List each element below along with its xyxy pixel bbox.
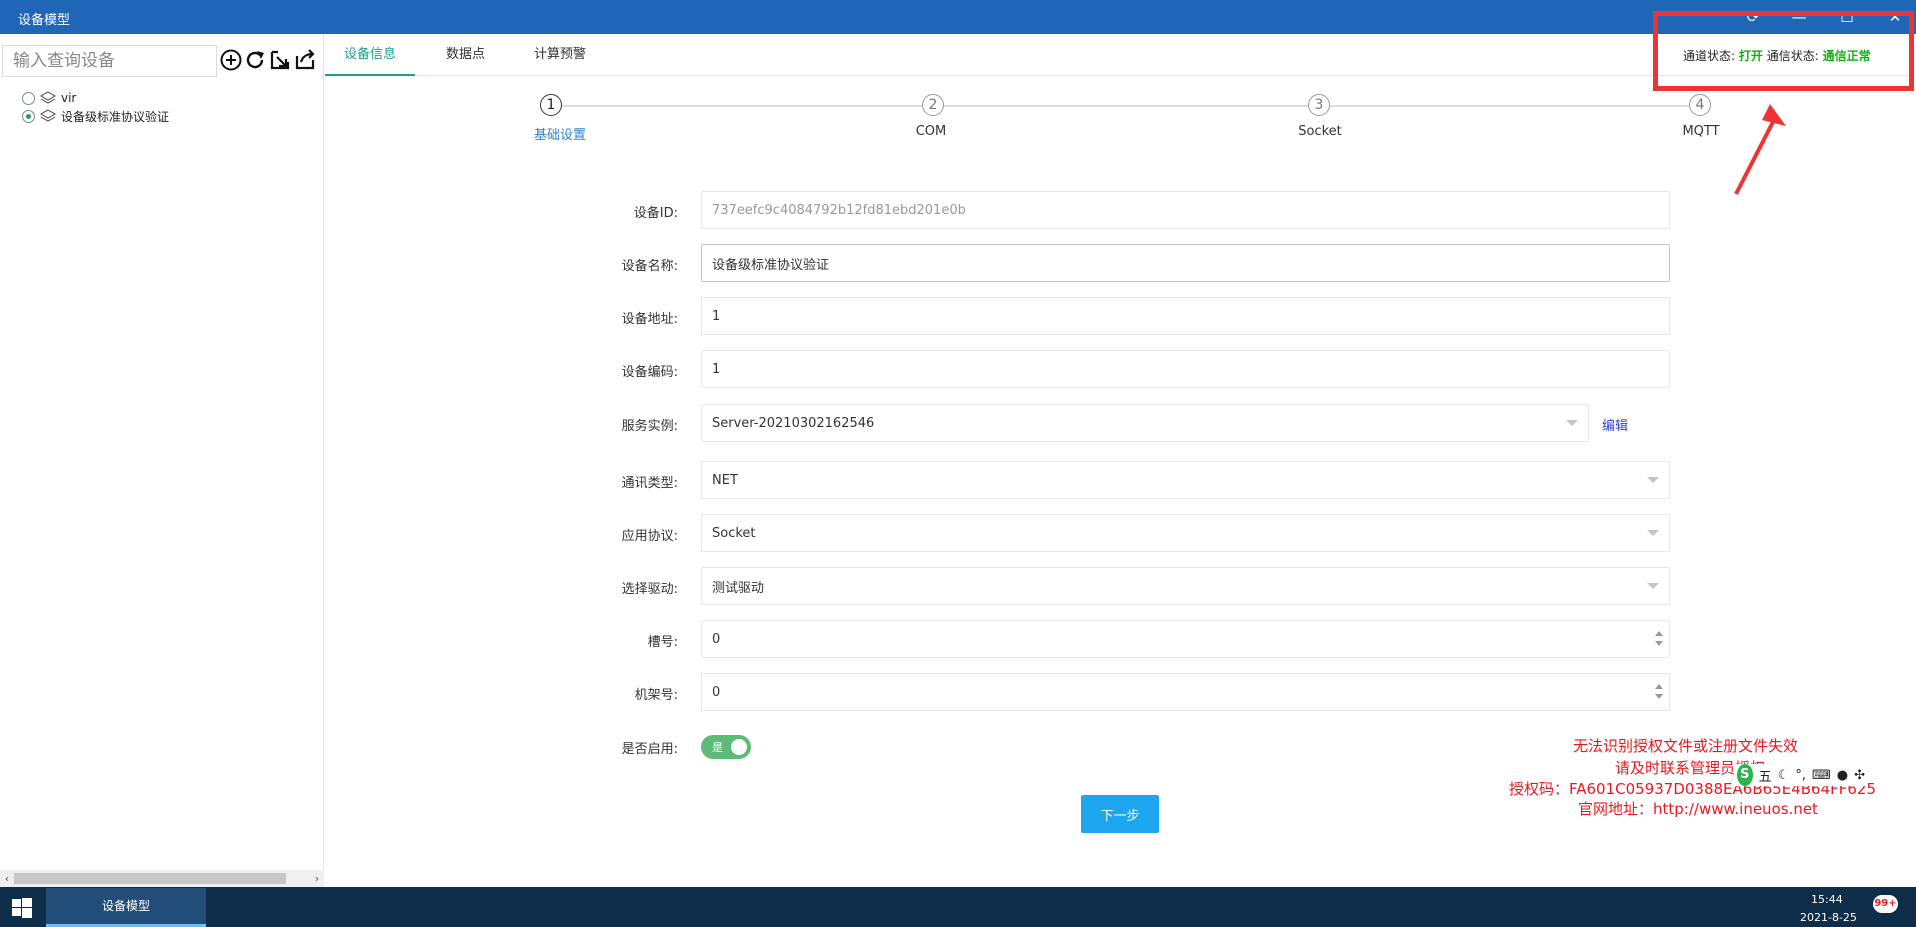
export-icon[interactable]: [293, 48, 317, 72]
layers-icon: [40, 109, 56, 122]
driver-value: 测试驱动: [712, 580, 765, 596]
clock-date[interactable]: 2021-8-25: [1800, 911, 1857, 924]
device-address-field[interactable]: 1: [701, 297, 1670, 335]
step-3-circle[interactable]: 3: [1308, 94, 1330, 116]
toggle-knob: [731, 739, 747, 755]
chevron-down-icon[interactable]: [1647, 477, 1659, 483]
radio-icon[interactable]: [22, 91, 35, 105]
scroll-left-icon[interactable]: ‹: [0, 870, 14, 887]
enabled-toggle[interactable]: 是: [701, 735, 751, 759]
comm-status-value: 通信正常: [1822, 49, 1871, 63]
keyboard-icon[interactable]: ⌨: [1812, 768, 1831, 783]
device-search-input[interactable]: [2, 45, 217, 77]
step-3-label[interactable]: Socket: [1270, 124, 1370, 139]
radio-checked-icon[interactable]: [22, 109, 35, 123]
rack-value: 0: [712, 684, 721, 700]
chevron-down-icon[interactable]: [1647, 583, 1659, 589]
punctuation-icon[interactable]: °,: [1795, 768, 1806, 783]
enabled-label: 是否启用:: [621, 742, 678, 757]
taskbar-app-device-model[interactable]: 设备模型: [46, 888, 206, 927]
scroll-right-icon[interactable]: ›: [310, 870, 324, 887]
comm-type-value: NET: [712, 472, 738, 488]
step-2-label[interactable]: COM: [881, 124, 981, 139]
step-1-label[interactable]: 基础设置: [510, 124, 610, 143]
license-warning-line1: 无法识别授权文件或注册文件失效: [1573, 737, 1799, 755]
device-id-field[interactable]: 737eefc9c4084792b12fd81ebd201e0b: [701, 191, 1670, 229]
annotation-arrow-icon: [1734, 104, 1786, 195]
service-instance-select[interactable]: Server-20210302162546: [701, 404, 1589, 442]
tree-item-vir[interactable]: vir: [22, 89, 76, 107]
driver-label: 选择驱动:: [621, 582, 678, 597]
layers-icon: [40, 91, 56, 104]
chevron-down-icon[interactable]: [1647, 530, 1659, 536]
moon-icon[interactable]: ☾: [1778, 768, 1790, 783]
service-instance-value: Server-20210302162546: [712, 415, 875, 431]
stepper-icon[interactable]: [1653, 683, 1663, 701]
window-title: 设备模型: [18, 13, 71, 28]
chevron-down-icon[interactable]: [1566, 420, 1578, 426]
device-id-label: 设备ID:: [633, 206, 678, 221]
taskbar: 设备模型: [0, 887, 1916, 927]
device-code-field[interactable]: 1: [701, 350, 1670, 388]
comm-type-label: 通讯类型:: [621, 476, 678, 491]
website-address: 官网地址：http://www.ineuos.net: [1578, 800, 1818, 818]
steps-track: [560, 105, 1700, 107]
user-icon[interactable]: ●: [1837, 768, 1848, 783]
slot-label: 槽号:: [647, 635, 678, 650]
device-address-label: 设备地址:: [621, 312, 678, 327]
stepper-icon[interactable]: [1653, 630, 1663, 648]
device-name-label: 设备名称:: [621, 259, 678, 274]
windows-start-icon[interactable]: [12, 898, 32, 918]
step-1-circle[interactable]: 1: [540, 94, 562, 116]
step-4-circle[interactable]: 4: [1689, 94, 1711, 116]
app-protocol-label: 应用协议:: [621, 529, 678, 544]
tree-item-label: vir: [61, 91, 77, 105]
ime-logo-icon[interactable]: S: [1737, 764, 1753, 786]
horizontal-scrollbar[interactable]: ‹ ›: [0, 870, 324, 887]
app-protocol-select[interactable]: Socket: [701, 514, 1670, 552]
rack-number-input[interactable]: 0: [701, 673, 1670, 711]
device-tree-panel: vir 设备级标准协议验证 ‹ ›: [0, 34, 324, 887]
next-step-button[interactable]: 下一步: [1081, 795, 1159, 833]
tree-item-standard-protocol[interactable]: 设备级标准协议验证: [22, 107, 169, 125]
step-4-label[interactable]: MQTT: [1651, 124, 1751, 139]
title-bar: 设备模型 ⟳ — ☐ ✕: [0, 0, 1916, 34]
service-instance-label: 服务实例:: [621, 419, 678, 434]
refresh-icon[interactable]: [243, 48, 267, 72]
ime-toolbar[interactable]: S 五 ☾ °, ⌨ ● ✣: [1735, 764, 1865, 786]
slot-value: 0: [712, 631, 721, 647]
app-protocol-value: Socket: [712, 525, 756, 541]
add-icon[interactable]: [219, 48, 243, 72]
scrollbar-thumb[interactable]: [14, 873, 286, 884]
device-code-label: 设备编码:: [621, 365, 678, 380]
toggle-text: 是: [712, 741, 723, 754]
status-line: 通道状态: 打开 通信状态: 通信正常: [1683, 47, 1871, 64]
import-icon[interactable]: [268, 48, 292, 72]
tree-item-label: 设备级标准协议验证: [61, 109, 170, 124]
ime-mode[interactable]: 五: [1759, 766, 1772, 785]
edit-service-link[interactable]: 编辑: [1602, 415, 1628, 434]
tab-calc-alarm[interactable]: 计算预警: [515, 34, 605, 76]
rack-label: 机架号:: [634, 688, 678, 703]
slot-number-input[interactable]: 0: [701, 620, 1670, 658]
tab-device-info[interactable]: 设备信息: [325, 34, 416, 76]
grid-icon[interactable]: ✣: [1854, 768, 1865, 783]
notification-badge[interactable]: 99+: [1873, 895, 1898, 913]
tab-data-points[interactable]: 数据点: [427, 34, 504, 76]
channel-status-value: 打开: [1738, 49, 1763, 63]
channel-status-label: 通道状态:: [1683, 49, 1736, 63]
clock-time[interactable]: 15:44: [1811, 893, 1843, 906]
driver-select[interactable]: 测试驱动: [701, 567, 1670, 605]
device-name-field[interactable]: 设备级标准协议验证: [701, 244, 1670, 282]
comm-status-label: 通信状态:: [1766, 49, 1819, 63]
comm-type-select[interactable]: NET: [701, 461, 1670, 499]
step-2-circle[interactable]: 2: [922, 94, 944, 116]
